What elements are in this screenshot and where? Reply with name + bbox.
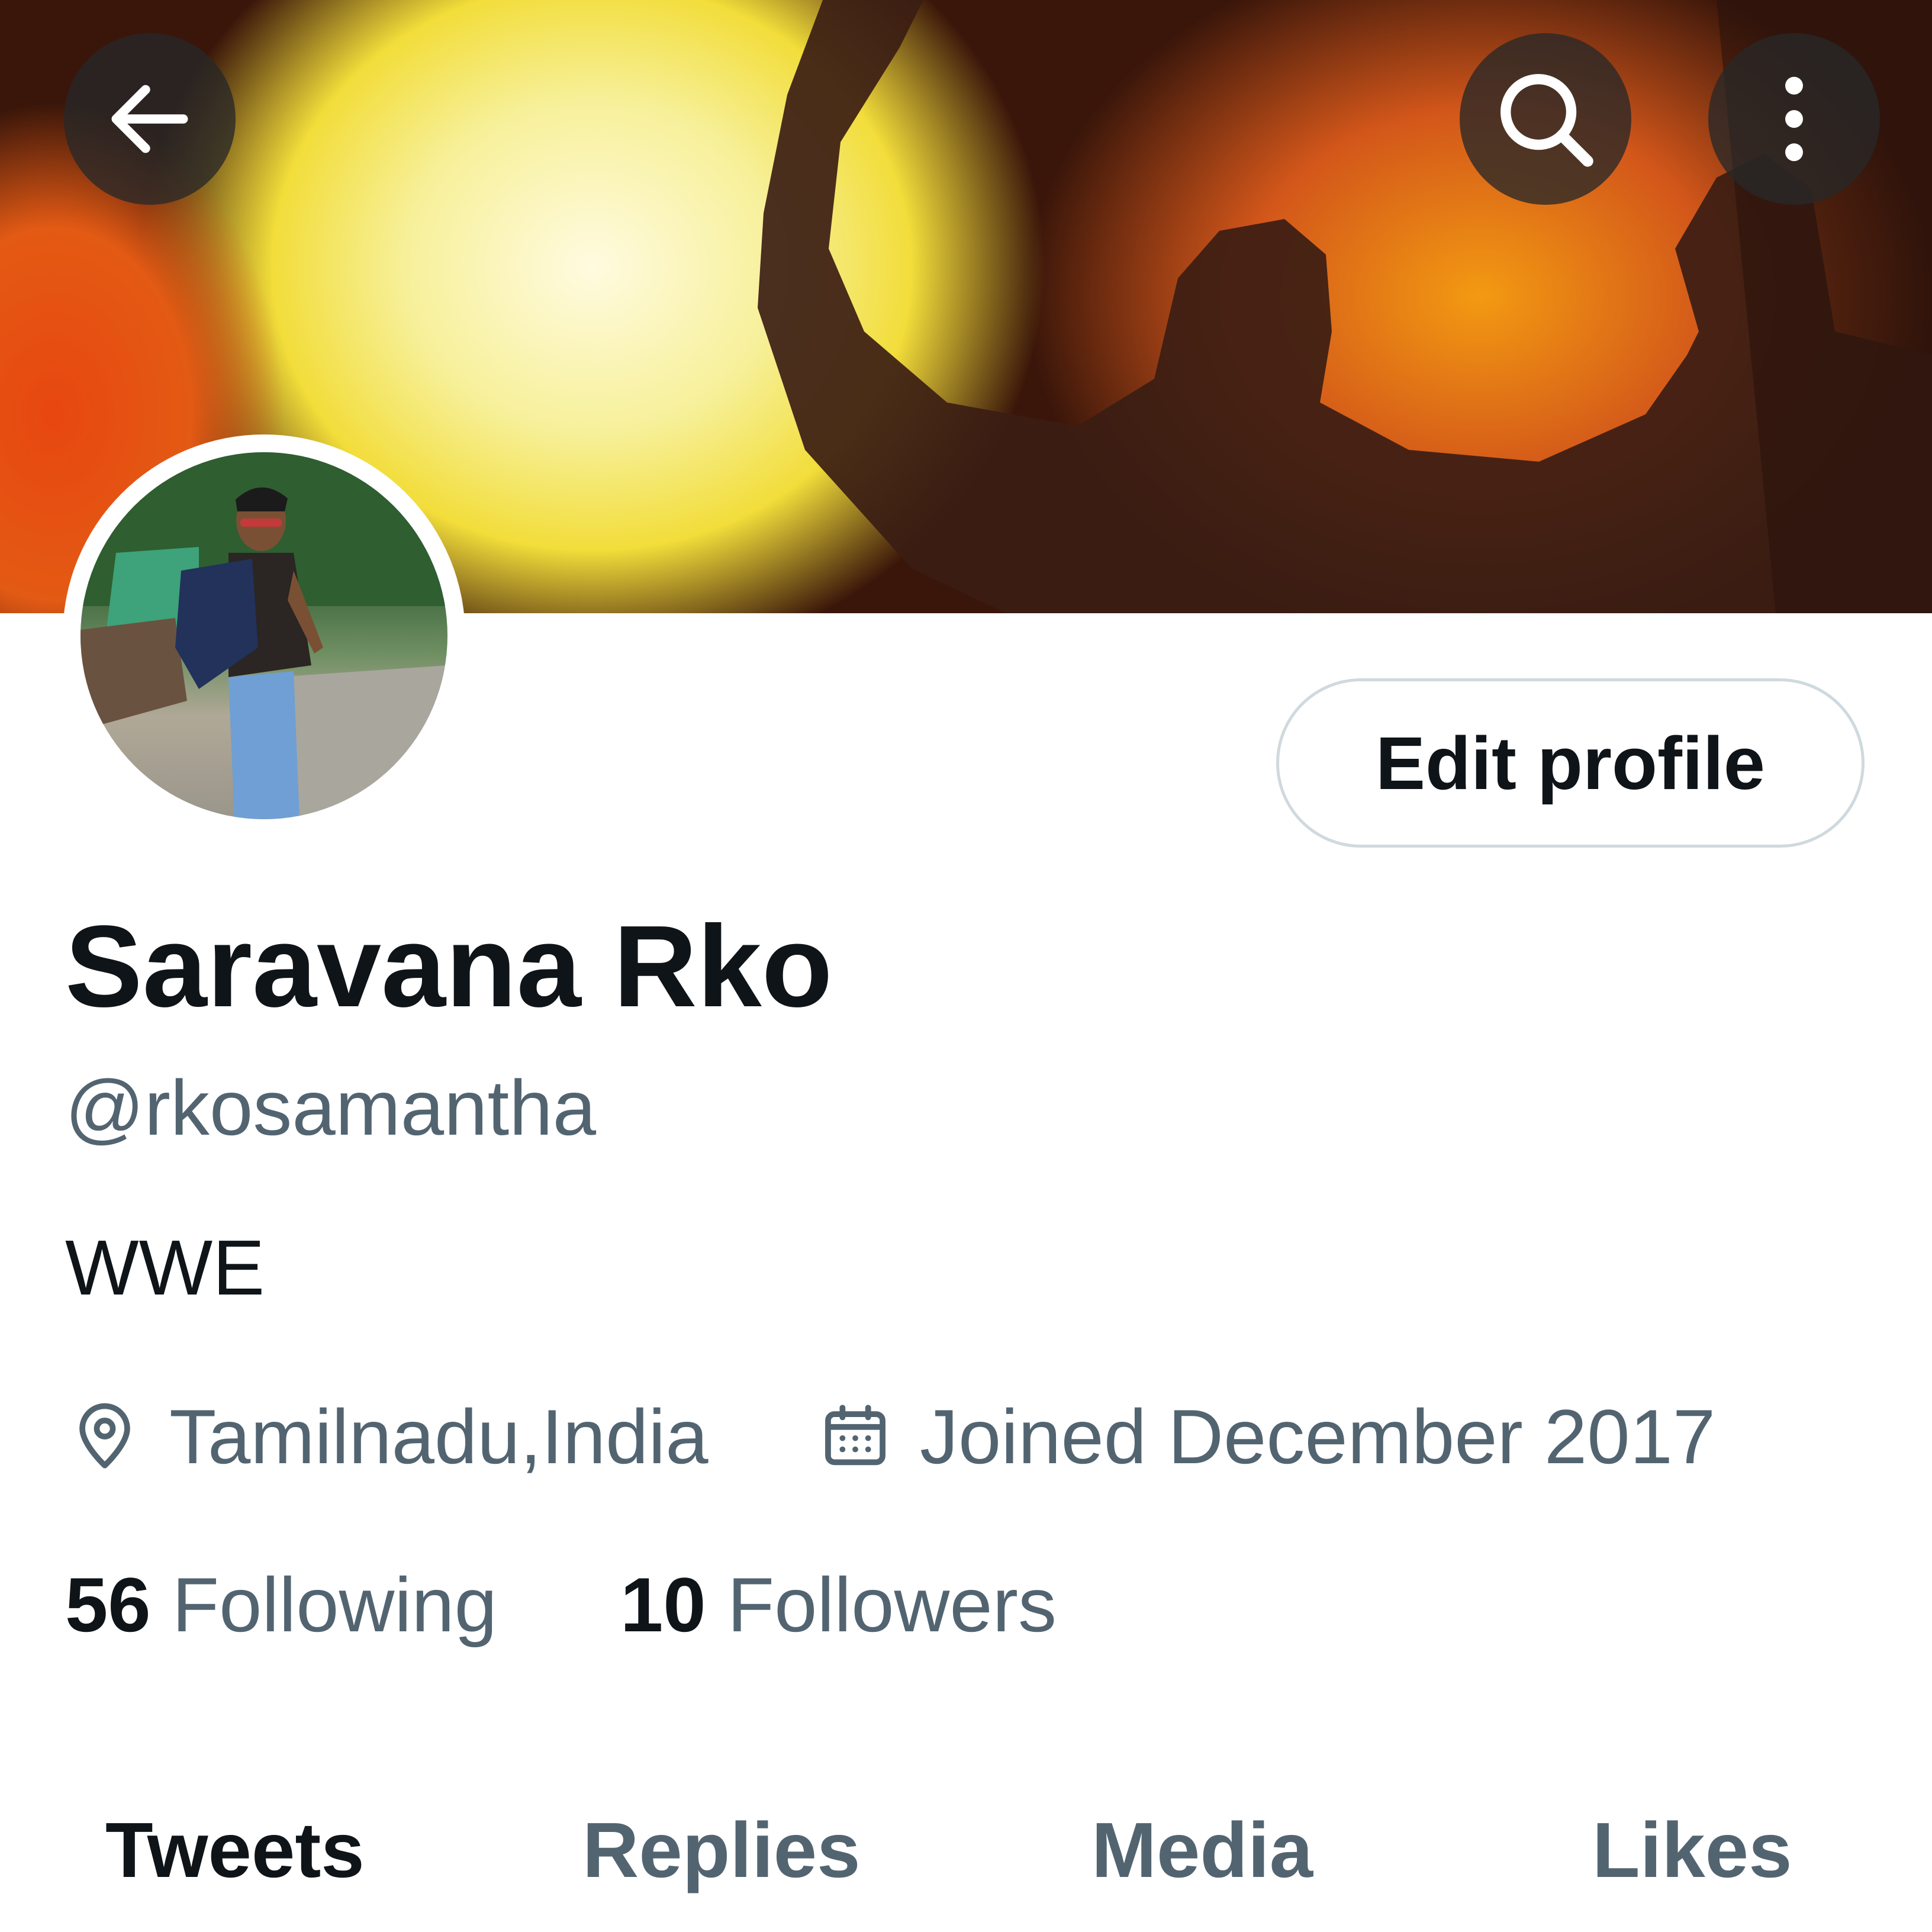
- tab-likes[interactable]: Likes: [1592, 1805, 1792, 1895]
- profile-bio: WWE: [65, 1224, 265, 1311]
- location-pin-icon: [79, 1403, 130, 1469]
- followers-label: Followers: [727, 1561, 1057, 1648]
- tab-replies[interactable]: Replies: [582, 1805, 861, 1895]
- search-button[interactable]: [1460, 33, 1631, 205]
- back-button[interactable]: [64, 33, 236, 205]
- more-options-button[interactable]: [1708, 33, 1880, 205]
- following-count: 56: [65, 1561, 151, 1648]
- followers-link[interactable]: 10 Followers: [620, 1560, 1057, 1649]
- following-link[interactable]: 56 Following: [65, 1560, 497, 1649]
- joined-text: Joined December 2017: [920, 1393, 1716, 1480]
- tab-media[interactable]: Media: [1091, 1805, 1313, 1895]
- location-text: Tamilnadu,India: [169, 1393, 709, 1480]
- following-label: Following: [172, 1561, 497, 1648]
- edit-profile-button[interactable]: Edit profile: [1276, 678, 1865, 848]
- avatar-photo: [80, 452, 447, 819]
- avatar-person: [80, 452, 447, 819]
- search-icon: [1500, 74, 1593, 167]
- arrow-left-icon: [111, 85, 188, 153]
- followers-count: 10: [620, 1561, 706, 1648]
- profile-location: Tamilnadu,India: [66, 1392, 709, 1481]
- display-name: Saravana Rko: [65, 901, 833, 1031]
- more-vertical-icon: [1785, 76, 1803, 162]
- calendar-icon: [825, 1405, 886, 1466]
- profile-joined: Joined December 2017: [817, 1392, 1715, 1481]
- tab-tweets[interactable]: Tweets: [105, 1805, 365, 1895]
- user-handle: @rkosamantha: [65, 1064, 597, 1151]
- avatar[interactable]: [63, 434, 465, 837]
